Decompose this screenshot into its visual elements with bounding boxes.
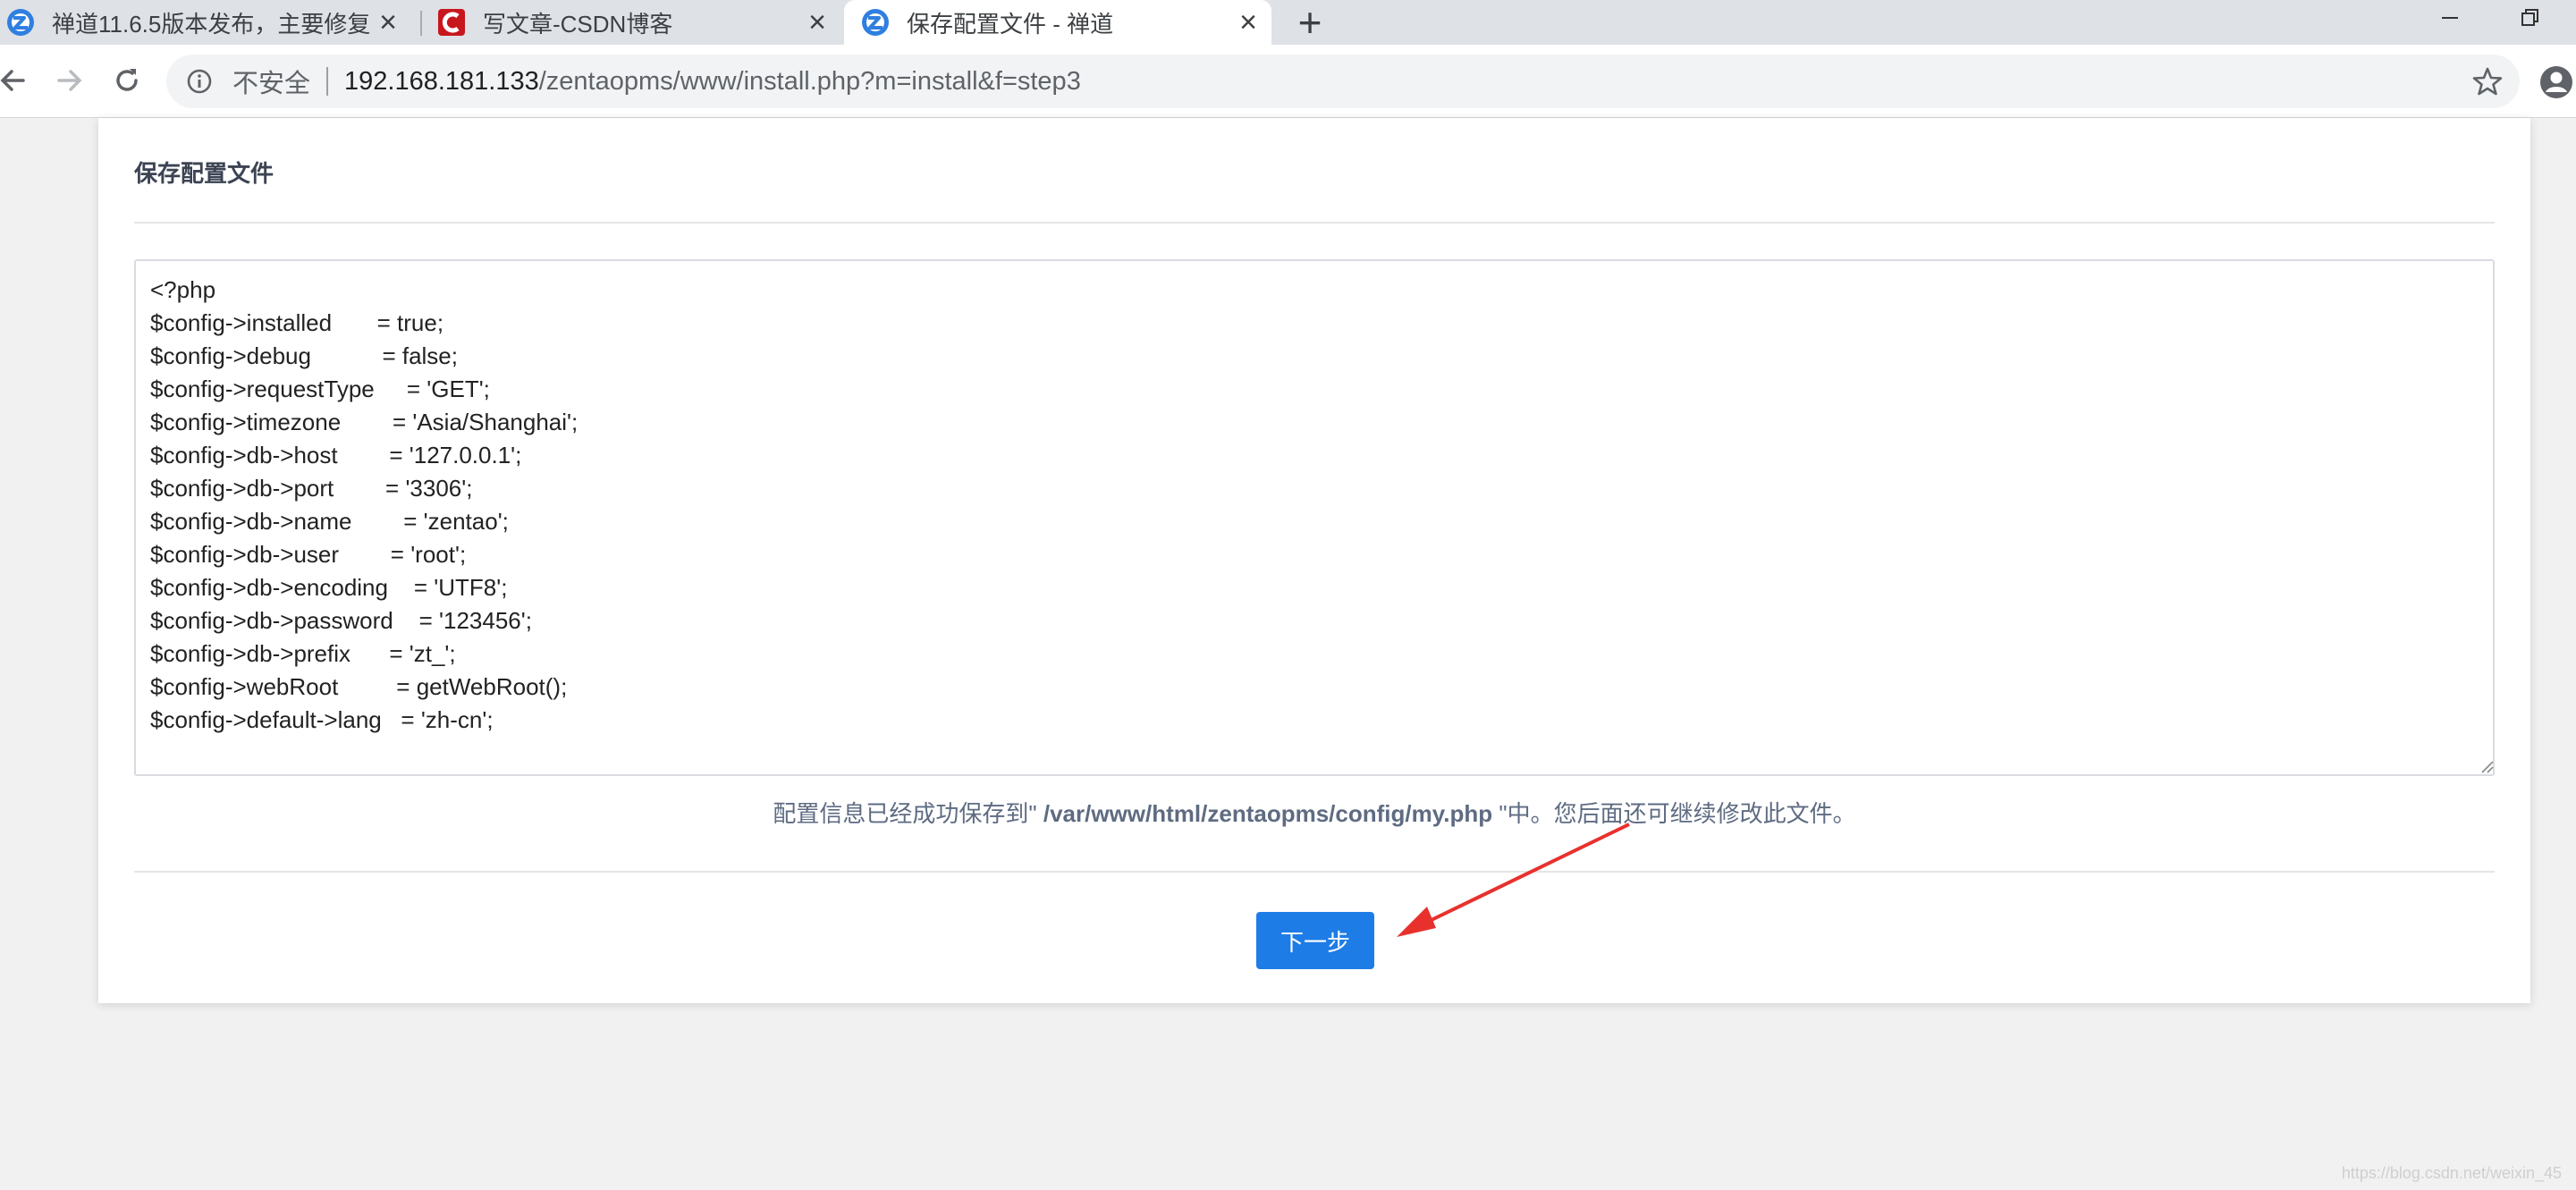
divider <box>134 222 2495 224</box>
back-button[interactable] <box>0 57 36 104</box>
browser-tab-save-config[interactable]: 保存配置文件 - 禅道 × <box>844 0 1271 45</box>
url-path: /zentaopms/www/install.php?m=install&f=s… <box>538 66 1081 96</box>
reload-icon <box>116 69 138 91</box>
browser-tab-strip: 禅道11.6.5版本发布，主要修复b × 写文章-CSDN博客 × 保存配置文件… <box>0 0 2576 45</box>
address-bar[interactable]: 不安全 192.168.181.133 /zentaopms/www/insta… <box>166 55 2520 108</box>
save-message-prefix: 配置信息已经成功保存到" <box>773 800 1043 827</box>
profile-avatar-icon[interactable] <box>2539 65 2573 99</box>
minimize-icon <box>2442 17 2458 19</box>
url-host: 192.168.181.133 <box>344 66 539 96</box>
close-icon[interactable]: × <box>372 6 404 38</box>
zentao-logo-icon <box>7 9 34 36</box>
resize-handle-icon[interactable] <box>2479 758 2495 774</box>
watermark-text: https://blog.csdn.net/weixin_45 <box>2341 1164 2562 1182</box>
arrow-left-icon <box>0 70 25 91</box>
install-panel: 保存配置文件 <?php $config->installed = true; … <box>98 118 2530 1003</box>
csdn-logo-icon <box>438 9 465 36</box>
restore-icon <box>2521 9 2538 26</box>
browser-tab-csdn[interactable]: 写文章-CSDN博客 × <box>431 0 840 45</box>
reload-button[interactable] <box>104 57 150 104</box>
divider <box>134 871 2495 873</box>
tab-title: 禅道11.6.5版本发布，主要修复b <box>52 10 372 38</box>
annotation-arrow-icon <box>1397 823 1630 937</box>
new-tab-button[interactable]: + <box>1288 0 1332 45</box>
tab-title: 保存配置文件 - 禅道 <box>907 10 1114 38</box>
page-title: 保存配置文件 <box>134 160 274 187</box>
security-label[interactable]: 不安全 <box>232 63 310 100</box>
minimize-window-button[interactable] <box>2423 0 2477 36</box>
zentao-logo-icon <box>862 9 889 36</box>
restore-window-button[interactable] <box>2504 0 2557 36</box>
page-viewport: 保存配置文件 <?php $config->installed = true; … <box>0 118 2576 1190</box>
save-message: 配置信息已经成功保存到" /var/www/html/zentaopms/con… <box>98 796 2530 829</box>
info-icon[interactable] <box>186 68 213 95</box>
forward-button[interactable] <box>46 57 93 104</box>
config-code-textarea[interactable]: <?php $config->installed = true; $config… <box>134 259 2495 776</box>
bookmark-star-icon[interactable] <box>2471 65 2504 97</box>
tab-separator <box>420 11 422 36</box>
arrow-right-icon <box>57 70 82 91</box>
browser-toolbar: 不安全 192.168.181.133 /zentaopms/www/insta… <box>0 45 2576 118</box>
omnibox-divider <box>326 67 329 96</box>
browser-tab-zentao-release[interactable]: 禅道11.6.5版本发布，主要修复b × <box>0 0 411 45</box>
close-icon[interactable]: × <box>1232 6 1264 38</box>
tab-title: 写文章-CSDN博客 <box>483 10 673 38</box>
close-icon[interactable]: × <box>801 6 833 38</box>
next-step-button[interactable]: 下一步 <box>1256 912 1374 969</box>
